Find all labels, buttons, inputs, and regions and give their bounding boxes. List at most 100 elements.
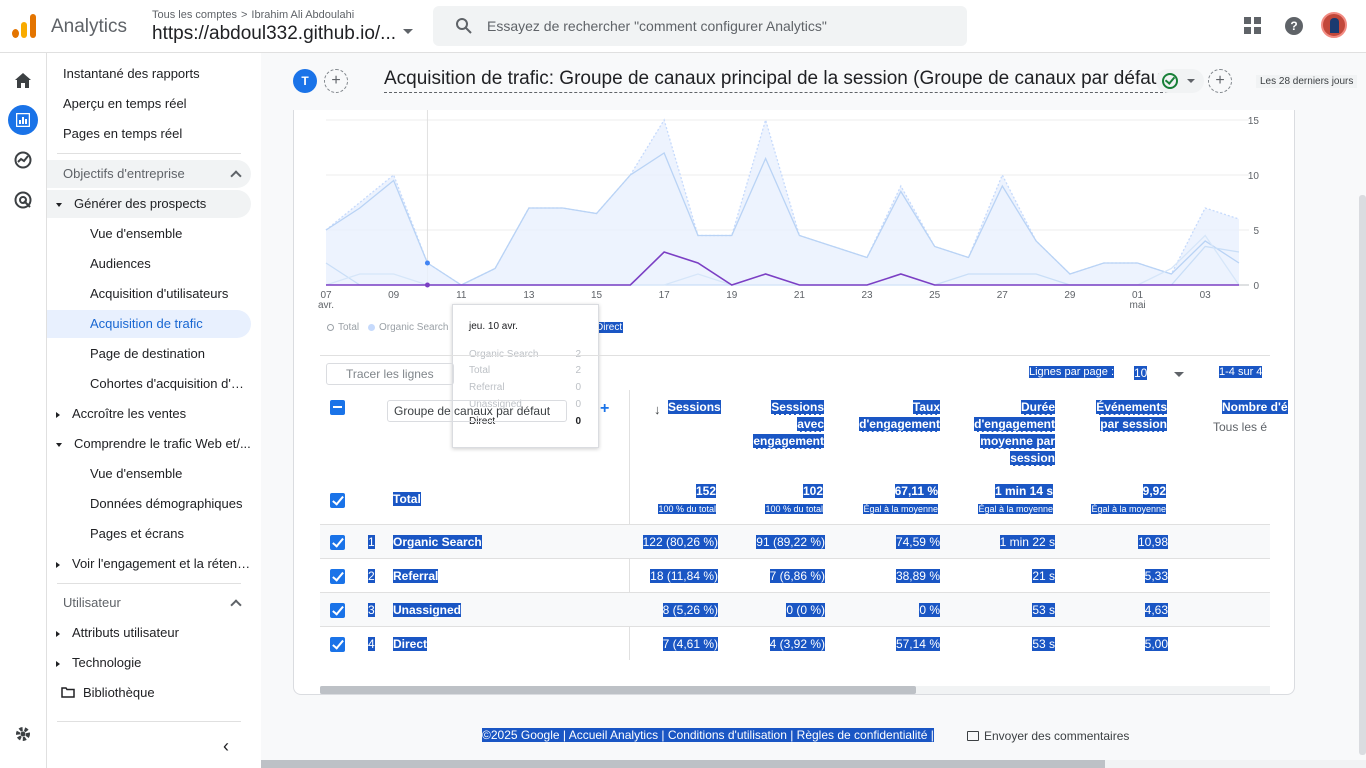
x-tick-label: 11 <box>456 290 467 301</box>
nav-item-web-overview[interactable]: Vue d'ensemble <box>47 460 251 488</box>
feedback-label: Envoyer des commentaires <box>984 729 1130 743</box>
table-row[interactable]: 2 Referral 18 (11,84 %) 7 (6,86 %) 38,89… <box>320 558 1270 592</box>
section-label: Utilisateur <box>63 595 121 610</box>
breadcrumb-account[interactable]: Ibrahim Ali Abdoulahi <box>251 9 354 21</box>
nav-item-user-acquisition[interactable]: Acquisition d'utilisateurs <box>47 280 251 308</box>
cell-engagement-time: 1 min 22 s <box>999 535 1055 549</box>
rows-per-page-select[interactable]: 10 <box>1134 366 1148 380</box>
footer-links[interactable]: ©2025 Google | Accueil Analytics | Condi… <box>482 728 934 742</box>
page-title[interactable]: Acquisition de trafic: Groupe de canaux … <box>384 68 1173 93</box>
page-scrollbar-thumb[interactable] <box>261 760 1105 768</box>
column-header-event-count[interactable]: Nombre d'é <box>1222 399 1288 416</box>
column-subheader: Tous les é <box>1213 420 1268 434</box>
row-dimension[interactable]: Direct <box>393 637 428 651</box>
nav-item-audiences[interactable]: Audiences <box>47 250 251 278</box>
app-name[interactable]: Analytics <box>51 16 127 38</box>
table-scrollbar-thumb[interactable] <box>320 686 916 694</box>
property-selector[interactable]: https://abdoul332.github.io/... <box>152 23 396 45</box>
y-tick-label: 15 <box>1248 116 1260 127</box>
nav-item-library[interactable]: Bibliothèque <box>47 679 251 707</box>
breadcrumb-accounts[interactable]: Tous les comptes <box>152 9 237 21</box>
nav-group-web[interactable]: Comprendre le trafic Web et/... <box>47 430 251 458</box>
explore-icon[interactable] <box>14 151 32 169</box>
nav-item-pages-screens[interactable]: Pages et écrans <box>47 520 251 548</box>
vertical-scrollbar[interactable] <box>1359 195 1366 755</box>
nav-section-business[interactable]: Objectifs d'entreprise <box>47 160 251 188</box>
date-range-label[interactable]: Les 28 derniers jours <box>1256 75 1358 88</box>
table-row[interactable]: 4 Direct 7 (4,61 %) 4 (3,92 %) 57,14 % 5… <box>320 626 1270 660</box>
x-tick-label: 03 <box>1200 290 1212 301</box>
table-row[interactable]: 1 Organic Search 122 (80,26 %) 91 (89,22… <box>320 524 1270 558</box>
group-label: Accroître les ventes <box>72 406 187 421</box>
row-checkbox[interactable] <box>330 535 345 550</box>
avatar[interactable] <box>1321 12 1347 38</box>
add-dimension-icon[interactable]: + <box>600 400 609 418</box>
status-badge[interactable] <box>1156 69 1204 93</box>
traffic-line-chart[interactable]: 15105007avr.09 11 13 15 17 19 21 23 25 27 29 01mai0… <box>294 110 1294 320</box>
nav-group-user-attributes[interactable]: Attributs utilisateur <box>47 619 251 647</box>
header-line: d'engagement <box>859 417 940 432</box>
cell-engagement-time: 21 s <box>1032 569 1055 583</box>
total-row-checkbox[interactable] <box>330 493 345 508</box>
row-dimension[interactable]: Organic Search <box>393 535 482 549</box>
cell-events-per-session: 5,00 <box>1144 637 1168 651</box>
top-bar: Analytics Tous les comptes > Ibrahim Ali A… <box>0 0 1366 53</box>
add-comparison-icon[interactable]: + <box>324 69 348 93</box>
nav-group-technology[interactable]: Technologie <box>47 649 251 677</box>
chart-tooltip: jeu. 10 avr. Organic Search2 Total2 Refe… <box>452 304 599 448</box>
nav-item-realtime-pages[interactable]: Pages en temps réel <box>47 120 251 148</box>
column-header-engagement-rate[interactable]: Taux d'engagement <box>844 399 940 433</box>
table-row[interactable]: 3 Unassigned 8 (5,26 %) 0 (0 %) 0 % 53 s… <box>320 592 1270 626</box>
breadcrumb[interactable]: Tous les comptes > Ibrahim Ali Abdoulahi <box>152 9 354 21</box>
apps-grid-icon[interactable] <box>1244 17 1262 35</box>
chevron-down-icon[interactable] <box>1174 372 1184 377</box>
trace-lines-button[interactable]: Tracer les lignes <box>326 363 454 385</box>
search-bar[interactable]: Essayez de rechercher "comment configure… <box>433 6 967 46</box>
legend-item-total[interactable]: Total <box>327 322 359 333</box>
column-header-events-per-session[interactable]: Événements par session <box>1074 399 1167 433</box>
column-header-engaged-sessions[interactable]: Sessions avec engagement <box>734 399 824 450</box>
row-checkbox[interactable] <box>330 603 345 618</box>
nav-item-landing-page[interactable]: Page de destination <box>47 340 251 368</box>
row-dimension[interactable]: Unassigned <box>393 603 462 617</box>
total-events-per-session: 9,92 <box>1142 484 1166 498</box>
group-label: Générer des prospects <box>74 196 207 211</box>
reports-icon[interactable] <box>8 105 38 135</box>
column-header-avg-engagement-time[interactable]: Durée d'engagement moyenne par session <box>954 399 1055 467</box>
x-tick-label: 09 <box>388 290 400 301</box>
row-checkbox[interactable] <box>330 637 345 652</box>
nav-group-sales[interactable]: Accroître les ventes <box>47 400 251 428</box>
nav-group-engagement[interactable]: Voir l'engagement et la rétent... <box>47 550 251 578</box>
collapse-nav-chevron-icon[interactable]: ‹ <box>223 736 229 757</box>
row-dimension[interactable]: Referral <box>393 569 439 583</box>
nav-section-user[interactable]: Utilisateur <box>47 589 251 617</box>
tooltip-value: 2 <box>575 365 581 376</box>
nav-item-cohorts[interactable]: Cohortes d'acquisition d'ut... <box>47 370 251 398</box>
nav-item-snapshot[interactable]: Instantané des rapports <box>47 60 251 88</box>
nav-item-overview[interactable]: Vue d'ensemble <box>47 220 251 248</box>
search-input[interactable]: Essayez de rechercher "comment configure… <box>487 18 827 34</box>
column-header-sessions[interactable]: Sessions <box>668 399 721 416</box>
add-report-card-icon[interactable]: + <box>1208 69 1232 93</box>
cell-sessions: 122 (80,26 %) <box>642 535 718 549</box>
nav-item-realtime[interactable]: Aperçu en temps réel <box>47 90 251 118</box>
dimension-select[interactable]: Groupe de canaux par défaut <box>387 400 567 422</box>
sort-down-arrow-icon[interactable]: ↓ <box>654 402 661 417</box>
legend-label: Total <box>338 322 360 333</box>
header-line: par session <box>1100 417 1167 432</box>
home-icon[interactable] <box>14 72 32 89</box>
help-icon[interactable]: ? <box>1285 17 1303 35</box>
nav-item-demographics[interactable]: Données démographiques <box>47 490 251 518</box>
chevron-down-icon[interactable] <box>403 29 413 34</box>
nav-item-traffic-acquisition[interactable]: Acquisition de trafic <box>47 310 251 338</box>
analytics-logo-icon[interactable] <box>12 14 36 38</box>
advertising-icon[interactable] <box>14 191 32 209</box>
send-feedback-link[interactable]: Envoyer des commentaires <box>967 729 1129 743</box>
nav-group-leads[interactable]: Générer des prospects <box>47 190 251 218</box>
comparison-avatar[interactable]: T <box>293 69 317 93</box>
select-all-checkbox[interactable] <box>330 400 345 415</box>
settings-gear-icon[interactable] <box>14 725 32 743</box>
row-checkbox[interactable] <box>330 569 345 584</box>
legend-label: Direct <box>596 322 623 333</box>
legend-item-organic[interactable]: Organic Search <box>368 322 448 333</box>
